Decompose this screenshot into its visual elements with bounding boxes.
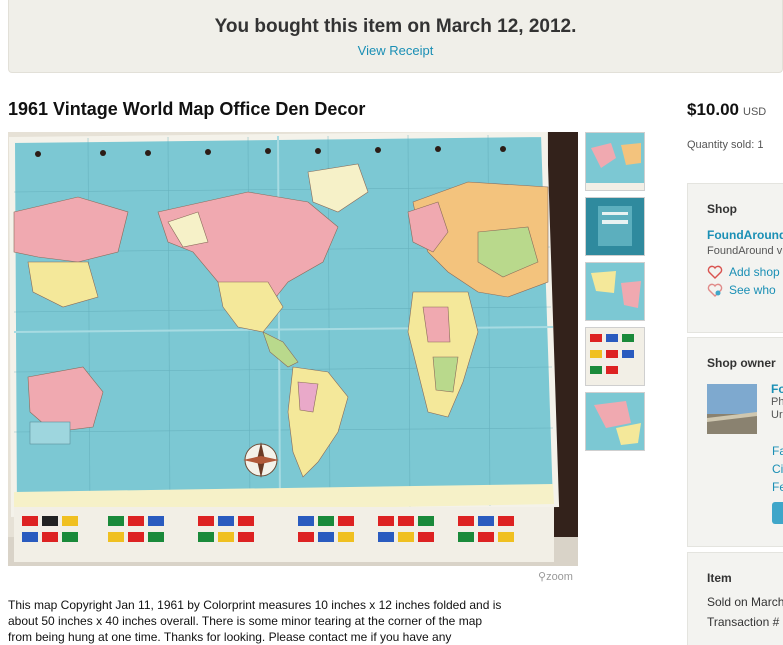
transaction-number: Transaction #	[707, 615, 780, 629]
item-heading: Item	[707, 571, 732, 585]
owner-meta-2: Ur	[771, 409, 783, 421]
owner-name[interactable]: Fo	[771, 382, 783, 396]
thumbnail-4[interactable]	[585, 327, 645, 386]
main-listing-image[interactable]	[8, 132, 578, 566]
shop-heading: Shop	[707, 202, 737, 216]
owner-avatar[interactable]	[707, 384, 757, 434]
thumbnail-5[interactable]	[585, 392, 645, 451]
add-shop-button[interactable]: Add shop	[707, 265, 783, 279]
view-receipt-link[interactable]: View Receipt	[358, 43, 434, 58]
shop-panel: Shop FoundAround FoundAround vi Add shop…	[687, 183, 783, 333]
heart-share-icon	[707, 283, 723, 297]
thumbnail-3[interactable]	[585, 262, 645, 321]
price-currency: USD	[743, 106, 767, 118]
see-who-label: See who	[729, 283, 776, 297]
quantity-sold: Quantity sold: 1	[687, 139, 764, 151]
zoom-button[interactable]: ⚲zoom	[538, 570, 573, 583]
shop-owner-heading: Shop owner	[707, 356, 776, 370]
purchase-banner: You bought this item on March 12, 2012. …	[8, 0, 783, 73]
owner-link-2[interactable]: Ci	[772, 460, 783, 478]
shop-name-link[interactable]: FoundAround	[707, 228, 783, 242]
price-amount: $10.00	[687, 100, 739, 119]
heart-icon	[707, 265, 723, 279]
add-shop-label: Add shop	[729, 265, 780, 279]
shop-subtitle: FoundAround vi	[707, 245, 783, 257]
contact-owner-button[interactable]	[772, 502, 783, 524]
listing-title: 1961 Vintage World Map Office Den Decor	[8, 99, 366, 119]
zoom-label: zoom	[546, 571, 573, 583]
owner-meta-1: Ph	[771, 396, 783, 408]
thumbnail-2[interactable]	[585, 197, 645, 256]
shop-owner-panel: Shop owner Fo Ph Ur Fa Ci Fe	[687, 337, 783, 547]
sold-on: Sold on March	[707, 595, 783, 609]
price: $10.00 USD	[687, 100, 766, 120]
owner-link-1[interactable]: Fa	[772, 442, 783, 460]
thumbnail-1[interactable]	[585, 132, 645, 191]
purchase-message: You bought this item on March 12, 2012.	[214, 16, 577, 37]
see-who-button[interactable]: See who	[707, 283, 783, 297]
listing-description: This map Copyright Jan 11, 1961 by Color…	[8, 598, 502, 644]
item-panel: Item Sold on March Transaction #	[687, 552, 783, 645]
owner-link-3[interactable]: Fe	[772, 478, 783, 496]
thumbnail-strip	[585, 132, 645, 457]
zoom-icon: ⚲	[538, 571, 547, 583]
